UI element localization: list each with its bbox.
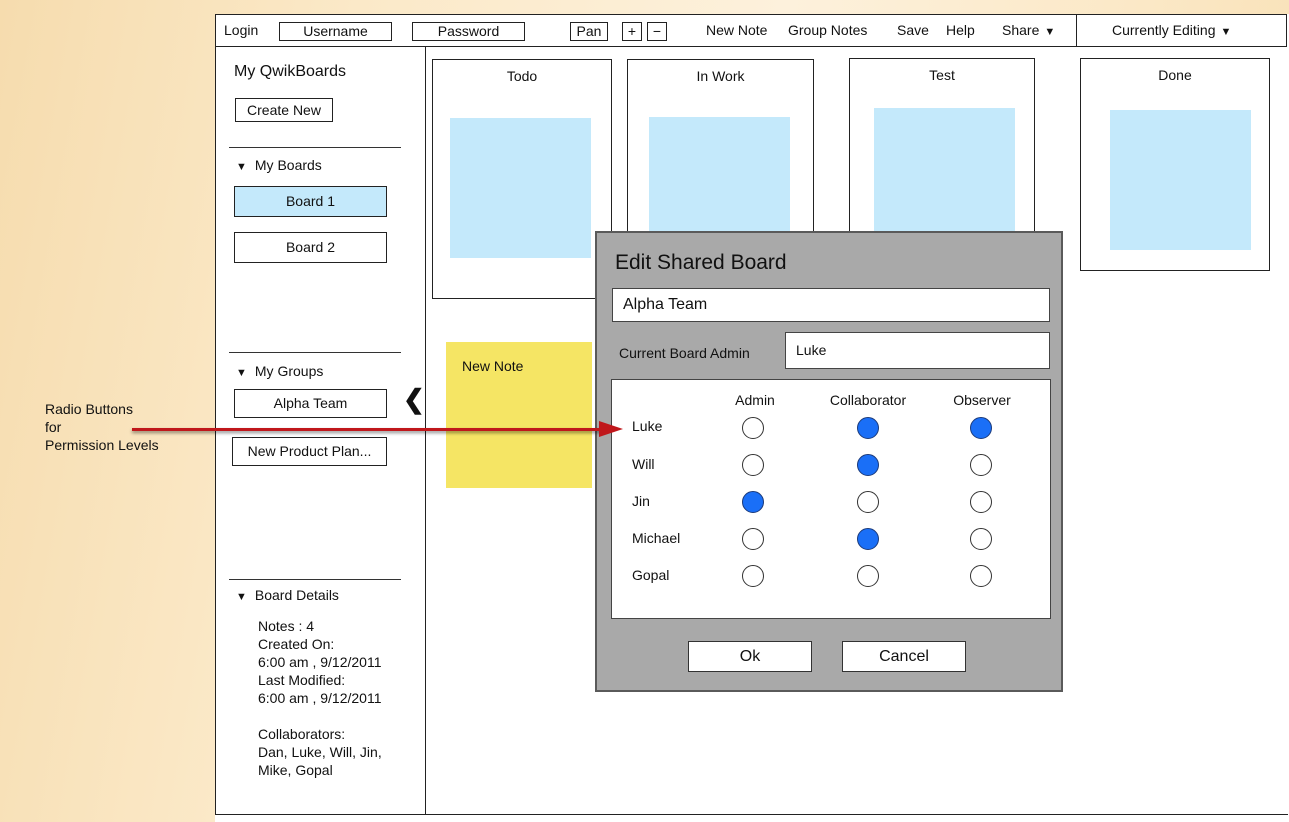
new-note-button[interactable]: New Note <box>706 15 767 46</box>
divider <box>229 352 401 353</box>
login-label: Login <box>224 22 259 38</box>
share-label: Share <box>1002 22 1040 38</box>
share-menu[interactable]: Share ▼ <box>1002 15 1055 46</box>
help-button[interactable]: Help <box>946 15 975 46</box>
create-new-button[interactable]: Create New <box>235 98 333 122</box>
column-title: Done <box>1158 67 1192 83</box>
radio-observer[interactable] <box>970 565 992 587</box>
cancel-button[interactable]: Cancel <box>842 641 966 672</box>
dialog-title: Edit Shared Board <box>615 251 787 274</box>
sticky-note[interactable] <box>450 118 591 258</box>
column-title: Test <box>929 67 955 83</box>
radio-observer[interactable] <box>970 454 992 476</box>
my-groups-label: My Groups <box>254 363 324 379</box>
arrow-head-icon <box>599 421 623 437</box>
group-notes-button[interactable]: Group Notes <box>788 15 867 46</box>
header-collaborator: Collaborator <box>829 392 907 408</box>
zoom-in-button[interactable]: + <box>622 22 642 41</box>
notes-count: Notes : 4 <box>258 618 315 634</box>
top-toolbar: Login Username Password Pan + − New Note… <box>215 14 1287 47</box>
member-name: Luke <box>632 418 663 434</box>
annotation-line-3: Permission Levels <box>45 437 159 453</box>
group-item-new-product-plan[interactable]: New Product Plan... <box>232 437 387 466</box>
annotation-line-1: Radio Buttons <box>45 401 133 417</box>
annotation-text: Radio Buttons for Permission Levels <box>45 400 159 454</box>
collaborators-line-1: Dan, Luke, Will, Jin, <box>258 744 382 760</box>
radio-observer[interactable] <box>970 491 992 513</box>
edit-shared-board-dialog: Edit Shared Board Alpha Team Current Boa… <box>595 231 1063 692</box>
toolbar-divider <box>1076 15 1077 46</box>
workspace-bottom-border <box>426 814 1288 815</box>
member-name: Gopal <box>632 567 670 583</box>
radio-admin[interactable] <box>742 417 764 439</box>
board-name-input[interactable]: Alpha Team <box>612 288 1050 322</box>
radio-admin[interactable] <box>742 454 764 476</box>
board-details-toggle[interactable]: ▼ Board Details <box>236 587 339 603</box>
collapse-sidebar-icon[interactable]: ❮ <box>403 386 425 412</box>
radio-admin[interactable] <box>742 491 764 513</box>
radio-collaborator[interactable] <box>857 491 879 513</box>
annotation-line-2: for <box>45 419 62 435</box>
divider <box>229 147 401 148</box>
radio-collaborator[interactable] <box>857 454 879 476</box>
ok-button[interactable]: Ok <box>688 641 812 672</box>
radio-observer[interactable] <box>970 528 992 550</box>
column-todo: Todo <box>432 59 612 299</box>
sidebar-title: My QwikBoards <box>234 63 347 80</box>
radio-admin[interactable] <box>742 565 764 587</box>
username-input[interactable]: Username <box>279 22 392 41</box>
board-details: Notes : 4 Created On: 6:00 am , 9/12/201… <box>258 617 382 779</box>
new-note-sticky[interactable]: New Note <box>446 342 592 488</box>
admin-input[interactable]: Luke <box>785 332 1050 369</box>
password-input[interactable]: Password <box>412 22 525 41</box>
admin-label: Current Board Admin <box>619 345 750 361</box>
radio-admin[interactable] <box>742 528 764 550</box>
column-done: Done <box>1080 58 1270 271</box>
modified-value: 6:00 am , 9/12/2011 <box>258 690 382 706</box>
collaborators-line-2: Mike, Gopal <box>258 762 333 778</box>
triangle-down-icon: ▼ <box>236 367 247 379</box>
sticky-note[interactable] <box>1110 110 1251 250</box>
divider <box>229 579 401 580</box>
column-title: In Work <box>696 68 745 84</box>
header-admin: Admin <box>735 392 775 408</box>
modified-label: Last Modified: <box>258 672 346 688</box>
annotation-arrow <box>132 428 602 431</box>
triangle-down-icon: ▼ <box>236 161 247 173</box>
radio-collaborator[interactable] <box>857 565 879 587</box>
chevron-down-icon: ▼ <box>1220 26 1232 38</box>
currently-editing-menu[interactable]: Currently Editing ▼ <box>1112 15 1231 46</box>
my-groups-toggle[interactable]: ▼ My Groups <box>236 363 323 379</box>
board-item-board-2[interactable]: Board 2 <box>234 232 387 263</box>
column-title: Todo <box>506 68 538 84</box>
new-note-label: New Note <box>462 358 524 374</box>
my-boards-label: My Boards <box>254 157 322 173</box>
group-item-alpha-team[interactable]: Alpha Team <box>234 389 387 418</box>
member-name: Jin <box>632 493 650 509</box>
sidebar: My QwikBoards Create New ▼ My Boards Boar… <box>215 47 426 815</box>
radio-collaborator[interactable] <box>857 528 879 550</box>
sticky-note[interactable] <box>874 108 1015 248</box>
member-name: Michael <box>632 530 681 546</box>
zoom-out-button[interactable]: − <box>647 22 667 41</box>
member-name: Will <box>632 456 655 472</box>
permissions-panel: Admin Collaborator Observer Luke Will Ji… <box>611 379 1051 619</box>
created-value: 6:00 am , 9/12/2011 <box>258 654 382 670</box>
board-details-label: Board Details <box>254 587 339 603</box>
triangle-down-icon: ▼ <box>236 591 247 603</box>
pan-button[interactable]: Pan <box>570 22 608 41</box>
created-label: Created On: <box>258 636 335 652</box>
currently-editing-label: Currently Editing <box>1112 22 1216 38</box>
board-item-board-1[interactable]: Board 1 <box>234 186 387 217</box>
collaborators-label: Collaborators: <box>258 726 346 742</box>
my-boards-toggle[interactable]: ▼ My Boards <box>236 157 322 173</box>
radio-collaborator[interactable] <box>857 417 879 439</box>
save-button[interactable]: Save <box>897 15 929 46</box>
radio-observer[interactable] <box>970 417 992 439</box>
chevron-down-icon: ▼ <box>1044 26 1056 38</box>
header-observer: Observer <box>953 392 1011 408</box>
